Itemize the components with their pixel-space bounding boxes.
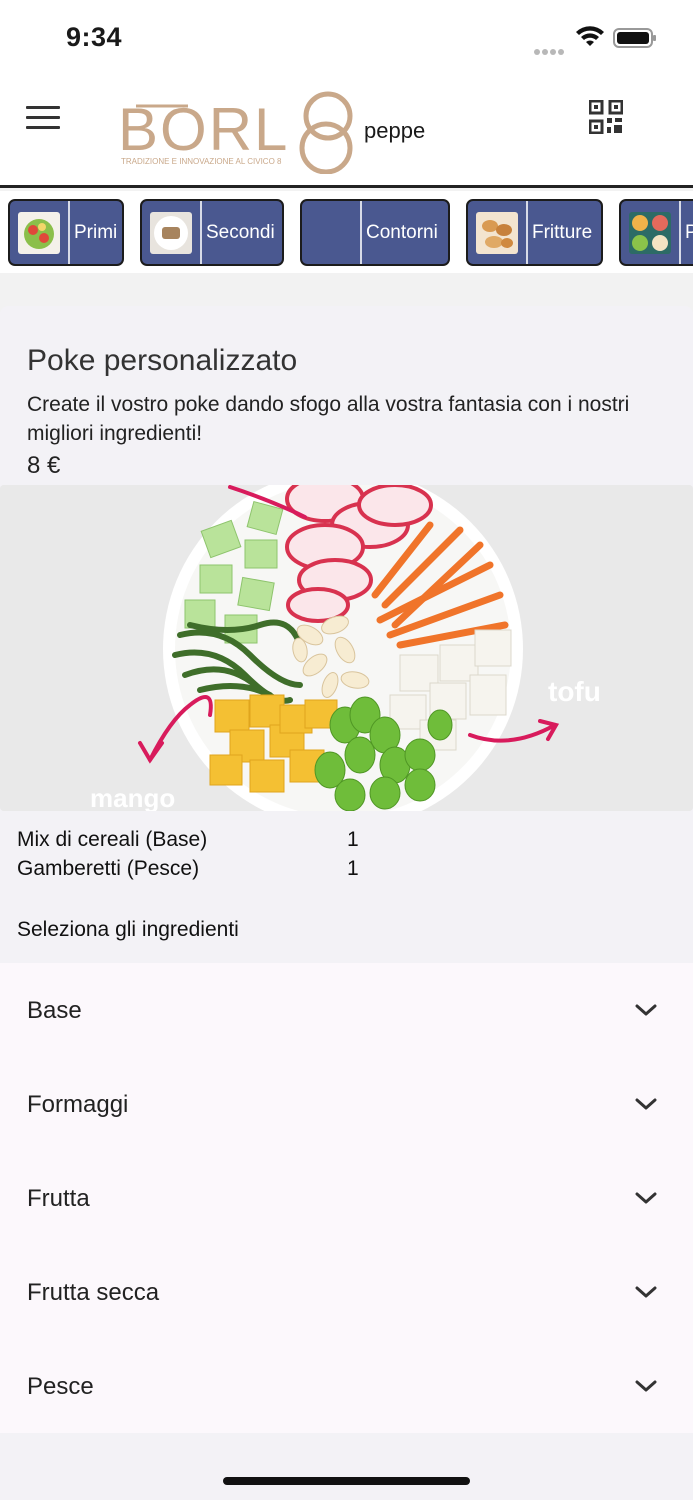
qr-code-icon[interactable] [589, 100, 623, 134]
poke-bowl-image: tofu mango [0, 485, 693, 811]
product-title: Poke personalizzato [27, 344, 298, 377]
product-card: Poke personalizzato Create il vostro pok… [0, 306, 693, 1500]
user-name: peppe [364, 118, 426, 143]
product-price: 8 € [27, 452, 61, 479]
mango-label: mango [90, 783, 175, 811]
chevron-down-icon[interactable] [634, 1001, 658, 1019]
category-label: Primi [74, 221, 118, 243]
salad-thumbnail-icon [18, 211, 60, 254]
category-tab-contorni[interactable]: Contorni [300, 199, 450, 266]
status-bar: 9:34 [0, 0, 693, 78]
chevron-down-icon[interactable] [634, 1283, 658, 1301]
category-label: Contorni [366, 221, 438, 243]
category-label: Secondi [206, 221, 275, 243]
ingredient-name: Gamberetti (Pesce) [17, 857, 200, 880]
cellular-signal-icon [534, 42, 566, 55]
category-bar: Primi Secondi Contorni Fritture [0, 191, 693, 273]
accordion-item-formaggi[interactable]: Formaggi [0, 1057, 693, 1151]
accordion-label: Frutta secca [27, 1279, 160, 1306]
accordion-label: Frutta [27, 1185, 90, 1212]
fried-food-thumbnail-icon [476, 211, 518, 254]
accordion-label: Base [27, 997, 82, 1024]
wifi-icon [576, 26, 604, 46]
category-label: P [681, 222, 693, 244]
category-tab-poke[interactable]: P [619, 199, 693, 266]
ingredient-qty: 1 [347, 857, 359, 880]
accordion-label: Formaggi [27, 1091, 129, 1118]
battery-icon [613, 28, 656, 48]
tofu-label: tofu [548, 676, 601, 707]
hamburger-menu-icon[interactable] [26, 106, 60, 132]
accordion-item-base[interactable]: Base [0, 963, 693, 1057]
ingredient-name: Mix di cereali (Base) [17, 828, 208, 851]
svg-text:TRADIZIONE E INNOVAZIONE AL CI: TRADIZIONE E INNOVAZIONE AL CIVICO 8 [121, 157, 282, 166]
accordion-item-pesce[interactable]: Pesce [0, 1339, 693, 1433]
category-label: Fritture [532, 221, 593, 243]
status-time: 9:34 [66, 22, 123, 52]
selected-ingredients-list: Mix di cereali (Base) 1 Gamberetti (Pesc… [17, 828, 677, 886]
ingredient-groups-accordion: Base Formaggi Frutta Frutta secca Pesce [0, 963, 693, 1433]
home-indicator[interactable] [223, 1477, 470, 1485]
chevron-down-icon[interactable] [634, 1377, 658, 1395]
app-header: BORL TRADIZIONE E INNOVAZIONE AL CIVICO … [0, 78, 693, 188]
selected-ingredient-row: Mix di cereali (Base) 1 [17, 828, 677, 857]
poke-bowls-thumbnail-icon [629, 211, 671, 254]
category-tab-primi[interactable]: Primi [8, 199, 124, 266]
accordion-label: Pesce [27, 1373, 94, 1400]
restaurant-logo: BORL TRADIZIONE E INNOVAZIONE AL CIVICO … [118, 91, 353, 174]
ingredient-qty: 1 [347, 828, 359, 851]
category-tab-secondi[interactable]: Secondi [140, 199, 284, 266]
chevron-down-icon[interactable] [634, 1095, 658, 1113]
selected-ingredient-row: Gamberetti (Pesce) 1 [17, 857, 677, 886]
accordion-item-frutta[interactable]: Frutta [0, 1151, 693, 1245]
chevron-down-icon[interactable] [634, 1189, 658, 1207]
category-tab-fritture[interactable]: Fritture [466, 199, 603, 266]
plate-thumbnail-icon [150, 211, 192, 254]
accordion-item-frutta-secca[interactable]: Frutta secca [0, 1245, 693, 1339]
select-ingredients-hint: Seleziona gli ingredienti [17, 918, 239, 941]
product-description: Create il vostro poke dando sfogo alla v… [27, 393, 630, 445]
